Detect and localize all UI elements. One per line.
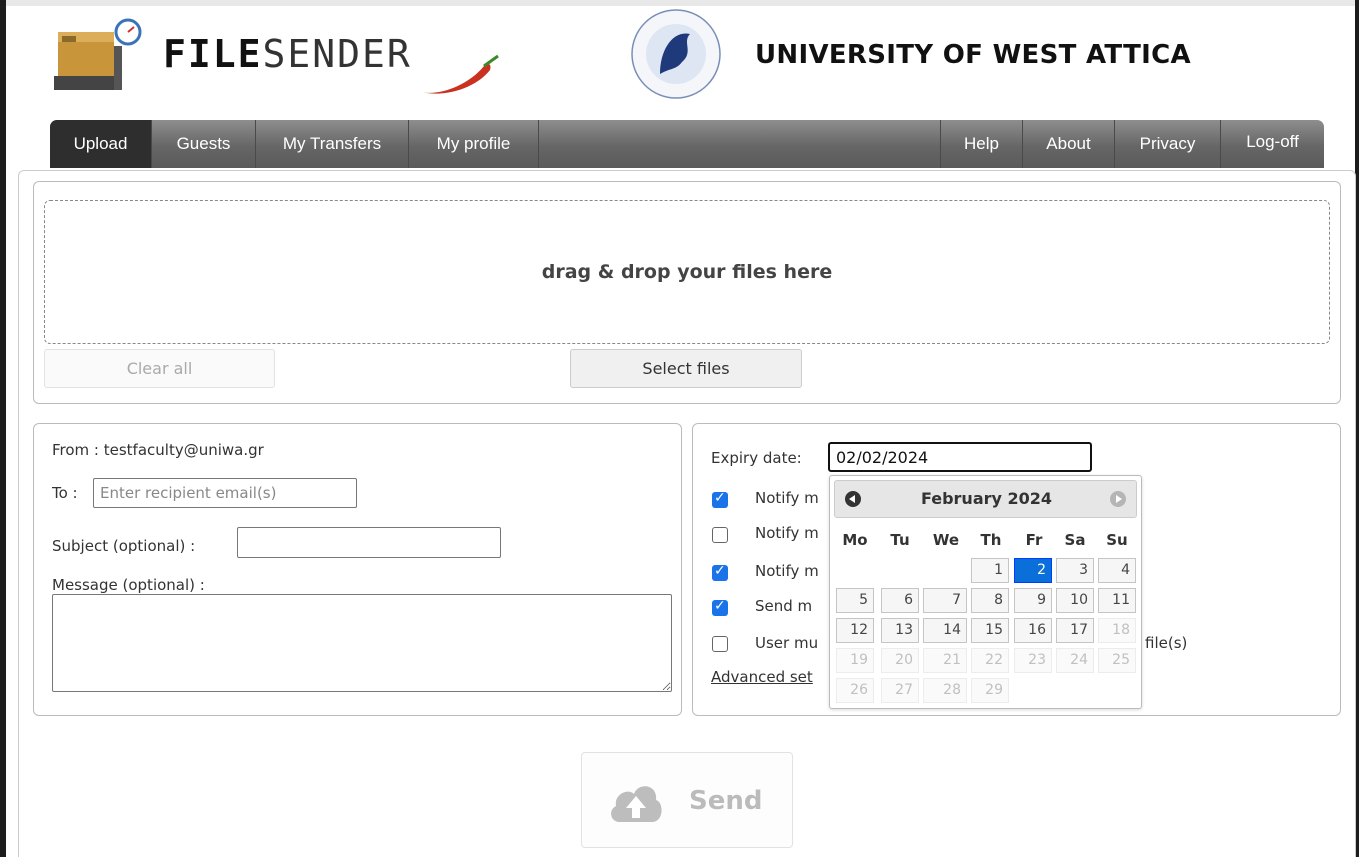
- notify-option-1-checkbox[interactable]: [712, 490, 728, 508]
- calendar-day[interactable]: 12: [836, 618, 874, 643]
- calendar-day: 26: [836, 678, 874, 703]
- calendar-day[interactable]: 17: [1056, 618, 1094, 643]
- calendar-day[interactable]: 15: [971, 618, 1009, 643]
- calendar-day: 22: [971, 648, 1009, 673]
- datepicker-title: February 2024: [920, 489, 1053, 508]
- calendar-day: 28: [923, 678, 967, 703]
- prev-month-icon[interactable]: [845, 491, 861, 507]
- next-month-icon[interactable]: [1110, 491, 1126, 507]
- calendar-day: 27: [881, 678, 919, 703]
- scale-box-logo-icon: [54, 18, 142, 90]
- nav-guests[interactable]: Guests: [152, 120, 256, 168]
- user-must-suffix: file(s): [1145, 634, 1188, 652]
- nav-upload[interactable]: Upload: [50, 120, 152, 168]
- datepicker-header: February 2024: [834, 480, 1137, 518]
- expiry-label: Expiry date:: [711, 449, 802, 467]
- from-label: From : testfaculty@uniwa.gr: [52, 441, 264, 459]
- calendar-day[interactable]: 5: [836, 588, 874, 613]
- calendar-day[interactable]: 11: [1098, 588, 1136, 613]
- logo-bold: FILE: [163, 32, 263, 76]
- user-must-checkbox[interactable]: [712, 636, 728, 652]
- cloud-upload-icon: [611, 786, 662, 822]
- notify-option-1-label: Notify m: [755, 489, 819, 507]
- expiry-date-input[interactable]: [828, 442, 1092, 472]
- calendar-day[interactable]: 10: [1056, 588, 1094, 613]
- select-files-button[interactable]: Select files: [570, 349, 802, 388]
- message-label: Message (optional) :: [52, 576, 205, 594]
- advanced-settings-link[interactable]: Advanced set: [711, 668, 813, 686]
- window-left-border: [0, 0, 6, 857]
- notify-option-2-checkbox[interactable]: [712, 527, 728, 543]
- calendar-day: 18: [1098, 618, 1136, 643]
- weekday-sa: Sa: [1064, 531, 1086, 549]
- calendar-day[interactable]: 3: [1056, 558, 1094, 583]
- weekday-tu: Tu: [890, 531, 910, 549]
- calendar-day: 21: [923, 648, 967, 673]
- send-option-checkbox[interactable]: [712, 598, 728, 616]
- dropzone-text: drag & drop your files here: [541, 261, 833, 283]
- calendar-day[interactable]: 6: [881, 588, 919, 613]
- weekday-mo: Mo: [842, 531, 868, 549]
- nav-log-off[interactable]: Log-off: [1220, 120, 1324, 168]
- user-must-label: User mu: [755, 634, 819, 652]
- notify-option-3-checkbox[interactable]: [712, 563, 728, 581]
- send-option-label: Send m: [755, 597, 813, 615]
- weekday-fr: Fr: [1025, 531, 1043, 549]
- chili-pepper-icon: [422, 54, 499, 94]
- calendar-day: 29: [971, 678, 1009, 703]
- notify-option-2-label: Notify m: [755, 524, 819, 542]
- logo-light: SENDER: [262, 32, 412, 76]
- message-textarea[interactable]: [52, 594, 672, 692]
- calendar-day[interactable]: 16: [1014, 618, 1052, 643]
- calendar-day[interactable]: 13: [881, 618, 919, 643]
- calendar-day[interactable]: 14: [923, 618, 967, 643]
- subject-input[interactable]: [237, 527, 501, 558]
- calendar-day[interactable]: 7: [923, 588, 967, 613]
- nav-privacy[interactable]: Privacy: [1114, 120, 1220, 168]
- nav-my-profile[interactable]: My profile: [409, 120, 539, 168]
- file-dropzone[interactable]: drag & drop your files here: [44, 200, 1330, 344]
- clear-all-button[interactable]: Clear all: [44, 349, 275, 388]
- recipient-email-input[interactable]: [93, 478, 357, 508]
- nav-about[interactable]: About: [1022, 120, 1114, 168]
- datepicker-popup: February 2024 Mo Tu We Th Fr Sa Su 12345…: [829, 475, 1142, 709]
- to-label: To :: [52, 484, 78, 502]
- calendar-day: 20: [881, 648, 919, 673]
- calendar-day: 25: [1098, 648, 1136, 673]
- calendar-day[interactable]: 9: [1014, 588, 1052, 613]
- calendar-day[interactable]: 8: [971, 588, 1009, 613]
- calendar-day: 23: [1014, 648, 1052, 673]
- main-nav: Upload Guests My Transfers My profile He…: [50, 120, 1324, 168]
- calendar-day: 19: [836, 648, 874, 673]
- nav-help[interactable]: Help: [940, 120, 1022, 168]
- calendar-day: 24: [1056, 648, 1094, 673]
- calendar-day[interactable]: 1: [971, 558, 1009, 583]
- university-name: UNIVERSITY OF WEST ATTICA: [755, 40, 1191, 70]
- weekday-we: We: [932, 531, 960, 549]
- calendar-day[interactable]: 4: [1098, 558, 1136, 583]
- weekday-su: Su: [1106, 531, 1128, 549]
- calendar-day[interactable]: 2: [1014, 558, 1052, 583]
- filesender-logo-text: FILESENDER: [163, 32, 412, 76]
- weekday-th: Th: [980, 531, 1002, 549]
- send-label: Send: [689, 786, 763, 816]
- university-seal-icon: [631, 9, 721, 99]
- notify-option-3-label: Notify m: [755, 562, 819, 580]
- subject-label: Subject (optional) :: [52, 537, 196, 555]
- browser-top-edge: [0, 0, 1359, 6]
- nav-my-transfers[interactable]: My Transfers: [256, 120, 409, 168]
